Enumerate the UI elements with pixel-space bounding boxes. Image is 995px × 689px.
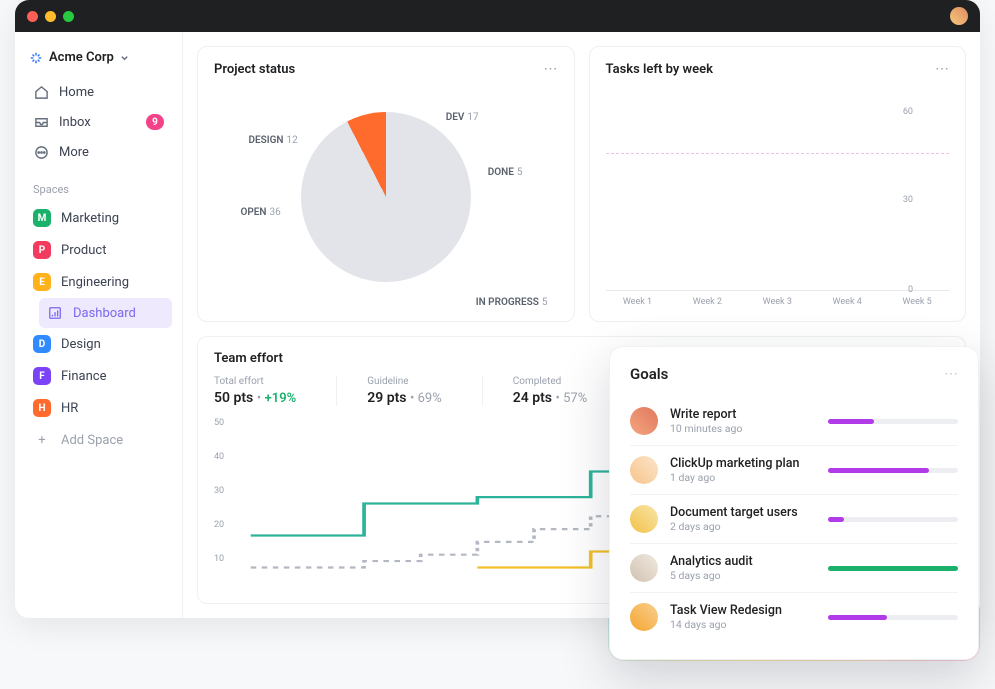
inbox-icon <box>33 114 49 130</box>
sidebar-space-design[interactable]: D Design <box>25 328 172 360</box>
goal-item[interactable]: ClickUp marketing plan1 day ago <box>630 446 958 495</box>
space-label: Marketing <box>61 211 119 226</box>
goal-avatar <box>630 554 658 582</box>
bar-x-label: Week 4 <box>823 297 871 307</box>
goal-avatar <box>630 407 658 435</box>
goals-card: Goals ⋯ Write report10 minutes ago Click… <box>609 346 979 660</box>
pie-label: DONE 5 <box>488 167 523 178</box>
goal-item[interactable]: Document target users2 days ago <box>630 495 958 544</box>
card-menu-icon[interactable]: ⋯ <box>935 61 949 77</box>
pie-chart: OPEN 36 DESIGN 12 DEV 17 DONE 5 IN PROGRESS … <box>214 87 558 307</box>
bar-x-label: Week 5 <box>893 297 941 307</box>
goal-avatar <box>630 456 658 484</box>
sidebar-space-product[interactable]: P Product <box>25 234 172 266</box>
goal-time: 14 days ago <box>670 618 816 631</box>
minimize-window[interactable] <box>45 11 56 22</box>
nav-inbox[interactable]: Inbox 9 <box>25 107 172 137</box>
goal-progress <box>828 566 958 571</box>
home-icon <box>33 84 49 100</box>
nav-home[interactable]: Home <box>25 77 172 107</box>
sidebar-space-engineering[interactable]: E Engineering <box>25 266 172 298</box>
card-title: Team effort <box>214 351 283 366</box>
nav-label: Home <box>59 85 94 100</box>
bar-chart: 0 30 60 Week 1Week 2Week 3Week 4Week 5 <box>606 87 950 307</box>
pie-label: OPEN 36 <box>240 207 280 218</box>
goal-progress <box>828 468 958 473</box>
sidebar-dashboard[interactable]: Dashboard <box>39 298 172 328</box>
goal-avatar <box>630 603 658 631</box>
goal-time: 5 days ago <box>670 569 816 582</box>
titlebar <box>15 0 980 32</box>
tasks-week-card: Tasks left by week ⋯ 0 30 60 Week 1Week … <box>589 46 967 322</box>
workspace-logo-icon <box>29 51 43 65</box>
card-title: Project status <box>214 62 295 77</box>
pie-label: IN PROGRESS 5 <box>476 297 548 308</box>
bar-x-label: Week 1 <box>614 297 662 307</box>
stat-guideline: Guideline 29 pts • 69% <box>336 376 442 406</box>
bar-x-label: Week 2 <box>683 297 731 307</box>
goal-item[interactable]: Write report10 minutes ago <box>630 397 958 446</box>
inbox-badge: 9 <box>146 114 164 130</box>
add-space-label: Add Space <box>61 433 123 448</box>
close-window[interactable] <box>27 11 38 22</box>
goal-name: Analytics audit <box>670 554 816 569</box>
nav-more[interactable]: More <box>25 137 172 167</box>
workspace-selector[interactable]: Acme Corp <box>25 46 172 77</box>
nav-label: Inbox <box>59 115 91 130</box>
goal-progress <box>828 517 958 522</box>
sidebar-space-marketing[interactable]: M Marketing <box>25 202 172 234</box>
spaces-heading: Spaces <box>25 167 172 202</box>
space-icon: P <box>33 241 51 259</box>
user-avatar[interactable] <box>950 7 968 25</box>
window-controls <box>27 11 74 22</box>
goals-title: Goals <box>630 365 668 383</box>
goal-avatar <box>630 505 658 533</box>
card-menu-icon[interactable]: ⋯ <box>944 366 958 382</box>
pie-label: DEV 17 <box>446 112 479 123</box>
sidebar: Acme Corp Home Inbox 9 More Spaces M Mark… <box>15 32 183 618</box>
space-icon: M <box>33 209 51 227</box>
goal-item[interactable]: Task View Redesign14 days ago <box>630 593 958 641</box>
bar-x-label: Week 3 <box>753 297 801 307</box>
stat-completed: Completed 24 pts • 57% <box>482 376 588 406</box>
goal-progress <box>828 419 958 424</box>
chevron-down-icon <box>120 53 129 62</box>
space-label: Design <box>61 337 101 352</box>
plus-icon: + <box>33 433 51 448</box>
card-title: Tasks left by week <box>606 62 714 77</box>
goal-time: 2 days ago <box>670 520 816 533</box>
project-status-card: Project status ⋯ OPEN 36 DESIGN 12 DEV 17 D… <box>197 46 575 322</box>
more-icon <box>33 144 49 160</box>
goal-item[interactable]: Analytics audit5 days ago <box>630 544 958 593</box>
space-label: Engineering <box>61 275 129 290</box>
stat-total: Total effort 50 pts • +19% <box>214 376 296 406</box>
sidebar-space-finance[interactable]: F Finance <box>25 360 172 392</box>
space-icon: D <box>33 335 51 353</box>
space-icon: E <box>33 273 51 291</box>
space-label: Finance <box>61 369 106 384</box>
dashboard-icon <box>47 305 63 321</box>
goal-name: Document target users <box>670 505 816 520</box>
add-space-button[interactable]: + Add Space <box>25 424 172 457</box>
space-label: Product <box>61 243 106 258</box>
space-icon: F <box>33 367 51 385</box>
goal-name: Task View Redesign <box>670 603 816 618</box>
goal-name: Write report <box>670 407 816 422</box>
nav-label: More <box>59 145 89 160</box>
goal-name: ClickUp marketing plan <box>670 456 816 471</box>
goal-time: 10 minutes ago <box>670 422 816 435</box>
space-icon: H <box>33 399 51 417</box>
pie-label: DESIGN 12 <box>248 135 297 146</box>
space-label: HR <box>61 401 78 416</box>
dashboard-label: Dashboard <box>73 306 136 321</box>
goal-time: 1 day ago <box>670 471 816 484</box>
sidebar-space-hr[interactable]: H HR <box>25 392 172 424</box>
maximize-window[interactable] <box>63 11 74 22</box>
card-menu-icon[interactable]: ⋯ <box>544 61 558 77</box>
workspace-name: Acme Corp <box>49 50 114 65</box>
goal-progress <box>828 615 958 620</box>
